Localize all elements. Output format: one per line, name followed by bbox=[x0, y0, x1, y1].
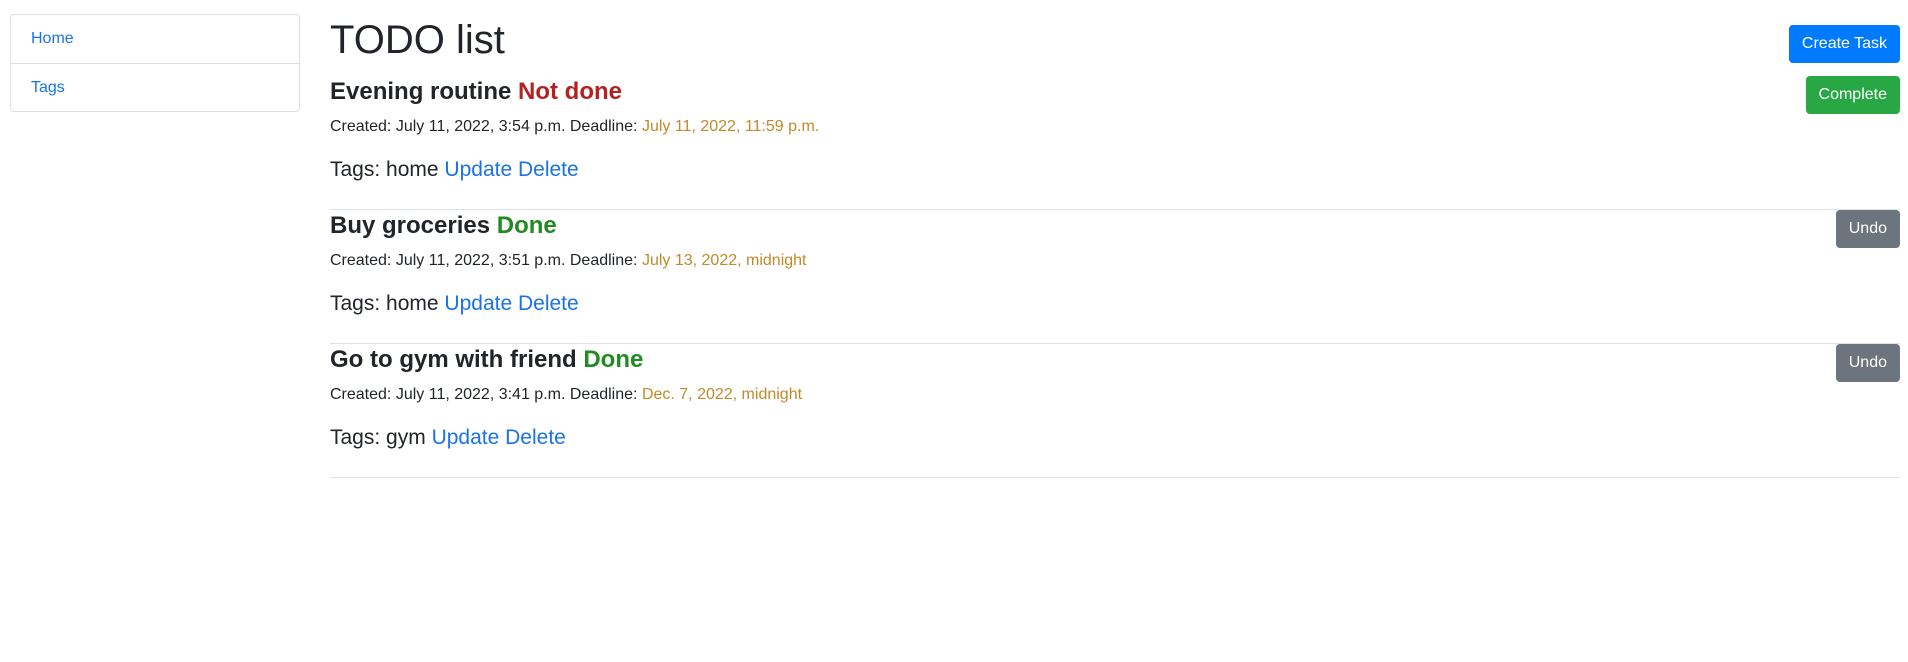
created-value: July 11, 2022, 3:51 p.m. bbox=[395, 252, 566, 269]
task-status: Not done bbox=[518, 78, 623, 105]
task-item: Evening routine Not done Created: July 1… bbox=[330, 76, 1900, 210]
undo-button[interactable]: Undo bbox=[1835, 344, 1900, 382]
update-link[interactable]: Update bbox=[444, 292, 512, 315]
task-tags-row: Tags: home Update Delete bbox=[330, 156, 579, 184]
update-link[interactable]: Update bbox=[432, 426, 500, 449]
task-meta: Created: July 11, 2022, 3:54 p.m. Deadli… bbox=[330, 116, 819, 138]
tags-label: Tags: bbox=[330, 292, 381, 315]
task-title-row: Go to gym with friend Done bbox=[330, 344, 643, 376]
delete-link[interactable]: Delete bbox=[505, 426, 566, 449]
deadline-value: Dec. 7, 2022, midnight bbox=[641, 386, 803, 403]
task-tags-row: Tags: gym Update Delete bbox=[330, 424, 566, 452]
tags-value: home bbox=[386, 292, 439, 315]
sidebar-item-home[interactable]: Home bbox=[11, 15, 299, 63]
tags-value: gym bbox=[386, 426, 426, 449]
undo-button[interactable]: Undo bbox=[1835, 210, 1900, 248]
sidebar-item-tags[interactable]: Tags bbox=[11, 63, 299, 111]
delete-link[interactable]: Delete bbox=[518, 292, 579, 315]
create-task-button[interactable]: Create Task bbox=[1788, 25, 1900, 63]
task-title-row: Evening routine Not done bbox=[330, 76, 622, 108]
created-label: Created: bbox=[330, 386, 392, 403]
task-status: Done bbox=[583, 346, 644, 373]
tags-value: home bbox=[386, 158, 439, 181]
created-label: Created: bbox=[330, 118, 392, 135]
complete-button[interactable]: Complete bbox=[1805, 76, 1900, 114]
task-status: Done bbox=[496, 212, 557, 239]
task-title: Go to gym with friend bbox=[330, 346, 577, 373]
task-title-row: Buy groceries Done bbox=[330, 210, 557, 242]
tags-label: Tags: bbox=[330, 158, 381, 181]
created-value: July 11, 2022, 3:41 p.m. bbox=[395, 386, 566, 403]
tags-label: Tags: bbox=[330, 426, 381, 449]
created-value: July 11, 2022, 3:54 p.m. bbox=[395, 118, 566, 135]
task-tags-row: Tags: home Update Delete bbox=[330, 290, 579, 318]
deadline-value: July 11, 2022, 11:59 p.m. bbox=[641, 118, 820, 135]
update-link[interactable]: Update bbox=[444, 158, 512, 181]
task-meta: Created: July 11, 2022, 3:51 p.m. Deadli… bbox=[330, 250, 806, 272]
deadline-label: Deadline: bbox=[569, 386, 638, 403]
deadline-label: Deadline: bbox=[569, 118, 638, 135]
delete-link[interactable]: Delete bbox=[518, 158, 579, 181]
task-item: Go to gym with friend Done Created: July… bbox=[330, 344, 1900, 478]
task-title: Buy groceries bbox=[330, 212, 491, 239]
main-content: TODO list Create Task Evening routine No… bbox=[330, 0, 1900, 662]
task-item: Buy groceries Done Created: July 11, 202… bbox=[330, 210, 1900, 344]
deadline-value: July 13, 2022, midnight bbox=[641, 252, 807, 269]
task-title: Evening routine bbox=[330, 78, 512, 105]
deadline-label: Deadline: bbox=[569, 252, 638, 269]
page-title: TODO list bbox=[330, 18, 505, 62]
task-meta: Created: July 11, 2022, 3:41 p.m. Deadli… bbox=[330, 384, 802, 406]
created-label: Created: bbox=[330, 252, 392, 269]
sidebar-nav: Home Tags bbox=[10, 14, 300, 112]
